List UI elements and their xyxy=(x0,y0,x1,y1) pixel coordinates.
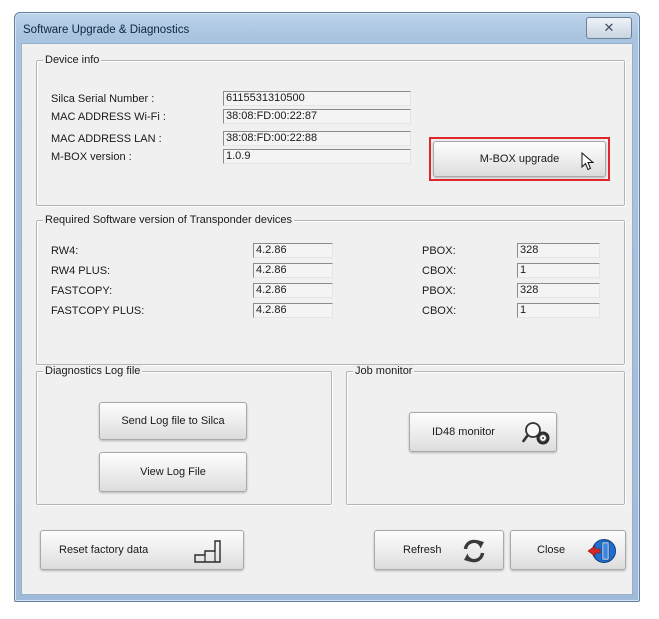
cbox-label-1: CBOX: xyxy=(422,265,457,277)
required-software-group: Required Software version of Transponder… xyxy=(36,214,625,365)
close-icon: ✕ xyxy=(603,20,615,35)
mbox-version-field: 1.0.9 xyxy=(223,149,411,164)
pbox-value-field-2: 328 xyxy=(517,283,600,298)
exit-door-icon xyxy=(587,539,616,563)
serial-number-label: Silca Serial Number : xyxy=(51,93,155,105)
id48-monitor-label: ID48 monitor xyxy=(432,426,495,438)
pbox-label-1: PBOX: xyxy=(422,245,456,257)
refresh-icon xyxy=(463,539,485,563)
fastcopy-label: FASTCOPY: xyxy=(51,285,113,297)
cbox-value-field-1: 1 xyxy=(517,263,600,278)
pbox-label-2: PBOX: xyxy=(422,285,456,297)
mbox-upgrade-label: M-BOX upgrade xyxy=(479,153,560,165)
rw4-label: RW4: xyxy=(51,245,79,257)
refresh-button[interactable]: Refresh xyxy=(374,530,504,570)
job-monitor-legend: Job monitor xyxy=(353,365,415,377)
window-title: Software Upgrade & Diagnostics xyxy=(23,24,190,36)
refresh-label: Refresh xyxy=(403,544,442,556)
rw4-plus-label: RW4 PLUS: xyxy=(51,265,111,277)
fastcopy-plus-version-field: 4.2.86 xyxy=(253,303,333,318)
mac-lan-label: MAC ADDRESS LAN : xyxy=(51,133,162,145)
required-software-legend: Required Software version of Transponder… xyxy=(43,214,295,226)
serial-number-field: 6115531310500 xyxy=(223,91,411,106)
cbox-value-field-2: 1 xyxy=(517,303,600,318)
rw4-plus-version-field: 4.2.86 xyxy=(253,263,333,278)
id48-monitor-button[interactable]: ID48 monitor xyxy=(409,412,557,452)
view-log-label: View Log File xyxy=(140,466,206,478)
reset-factory-data-button[interactable]: Reset factory data xyxy=(40,530,244,570)
dialog-window: Software Upgrade & Diagnostics ✕ Device … xyxy=(14,12,640,602)
diagnostics-log-group: Diagnostics Log file Send Log file to Si… xyxy=(36,365,332,505)
reset-factory-data-label: Reset factory data xyxy=(59,544,149,556)
fastcopy-plus-label: FASTCOPY PLUS: xyxy=(51,305,145,317)
rw4-version-field: 4.2.86 xyxy=(253,243,333,258)
magnifier-search-icon xyxy=(522,422,550,445)
fastcopy-version-field: 4.2.86 xyxy=(253,283,333,298)
job-monitor-group: Job monitor ID48 monitor xyxy=(346,365,625,505)
close-button[interactable]: Close xyxy=(510,530,626,570)
mbox-upgrade-button[interactable]: M-BOX upgrade xyxy=(433,141,606,177)
send-log-button[interactable]: Send Log file to Silca xyxy=(99,402,247,440)
view-log-button[interactable]: View Log File xyxy=(99,452,247,492)
send-log-label: Send Log file to Silca xyxy=(121,415,225,427)
pbox-value-field-1: 328 xyxy=(517,243,600,258)
dialog-client-area: Device info Silca Serial Number : 611553… xyxy=(21,43,633,595)
diagnostics-log-legend: Diagnostics Log file xyxy=(43,365,143,377)
mouse-pointer-icon xyxy=(581,152,595,171)
factory-icon xyxy=(194,540,221,563)
mac-wifi-label: MAC ADDRESS Wi-Fi : xyxy=(51,111,166,123)
cbox-label-2: CBOX: xyxy=(422,305,457,317)
mbox-version-label: M-BOX version : xyxy=(51,151,132,163)
mac-lan-field: 38:08:FD:00:22:88 xyxy=(223,131,411,146)
window-close-button[interactable]: ✕ xyxy=(586,17,632,39)
title-bar[interactable]: Software Upgrade & Diagnostics ✕ xyxy=(15,13,639,47)
mac-wifi-field: 38:08:FD:00:22:87 xyxy=(223,109,411,124)
close-label: Close xyxy=(537,544,566,556)
device-info-group: Device info Silca Serial Number : 611553… xyxy=(36,54,625,206)
device-info-legend: Device info xyxy=(43,54,102,66)
